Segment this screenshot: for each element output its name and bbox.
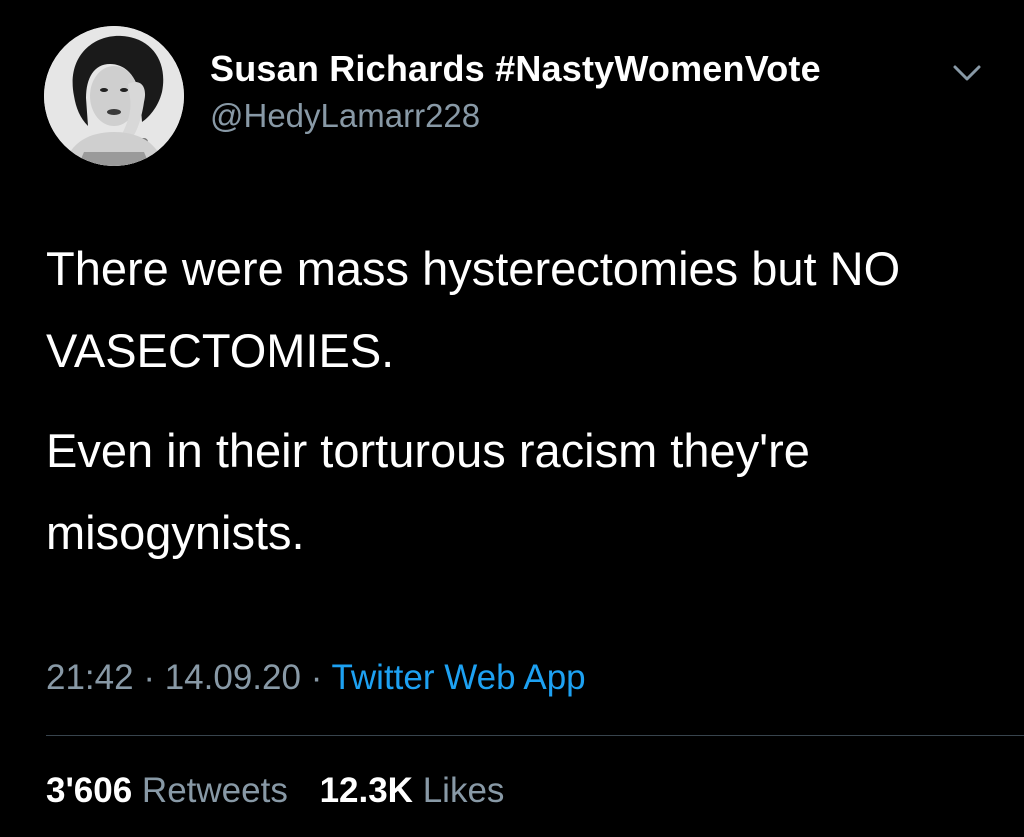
tweet-date[interactable]: 14.09.20 xyxy=(165,658,301,697)
tweet-metadata: 21:42 · 14.09.20 · Twitter Web App xyxy=(46,654,586,702)
tweet-menu-button[interactable] xyxy=(950,58,984,88)
user-names: Susan Richards #NastyWomenVote @HedyLama… xyxy=(210,48,821,138)
likes-label: Likes xyxy=(422,771,505,810)
tweet-header: Susan Richards #NastyWomenVote @HedyLama… xyxy=(44,26,1004,166)
tweet-paragraph: Even in their torturous racism they're m… xyxy=(46,424,810,559)
user-handle[interactable]: @HedyLamarr228 xyxy=(210,94,821,138)
retweets-count: 3'606 xyxy=(46,771,133,810)
likes-count: 12.3K xyxy=(319,771,413,810)
avatar-image xyxy=(44,26,184,166)
meta-separator: · xyxy=(143,658,155,697)
tweet-card: Susan Richards #NastyWomenVote @HedyLama… xyxy=(0,0,1024,837)
display-name[interactable]: Susan Richards #NastyWomenVote xyxy=(210,48,821,90)
tweet-source-link[interactable]: Twitter Web App xyxy=(331,658,585,697)
meta-separator: · xyxy=(310,658,323,697)
tweet-time[interactable]: 21:42 xyxy=(46,658,134,697)
tweet-text: There were mass hysterectomies but NO VA… xyxy=(46,228,1006,574)
avatar[interactable] xyxy=(44,26,184,166)
likes-stat[interactable]: 12.3K Likes xyxy=(320,771,505,810)
chevron-down-icon xyxy=(953,65,981,81)
retweets-label: Retweets xyxy=(141,771,288,810)
divider xyxy=(46,735,1024,736)
tweet-paragraph: There were mass hysterectomies but NO VA… xyxy=(46,242,901,377)
tweet-stats: 3'606 Retweets 12.3K Likes xyxy=(46,768,504,814)
retweets-stat[interactable]: 3'606 Retweets xyxy=(46,771,298,810)
